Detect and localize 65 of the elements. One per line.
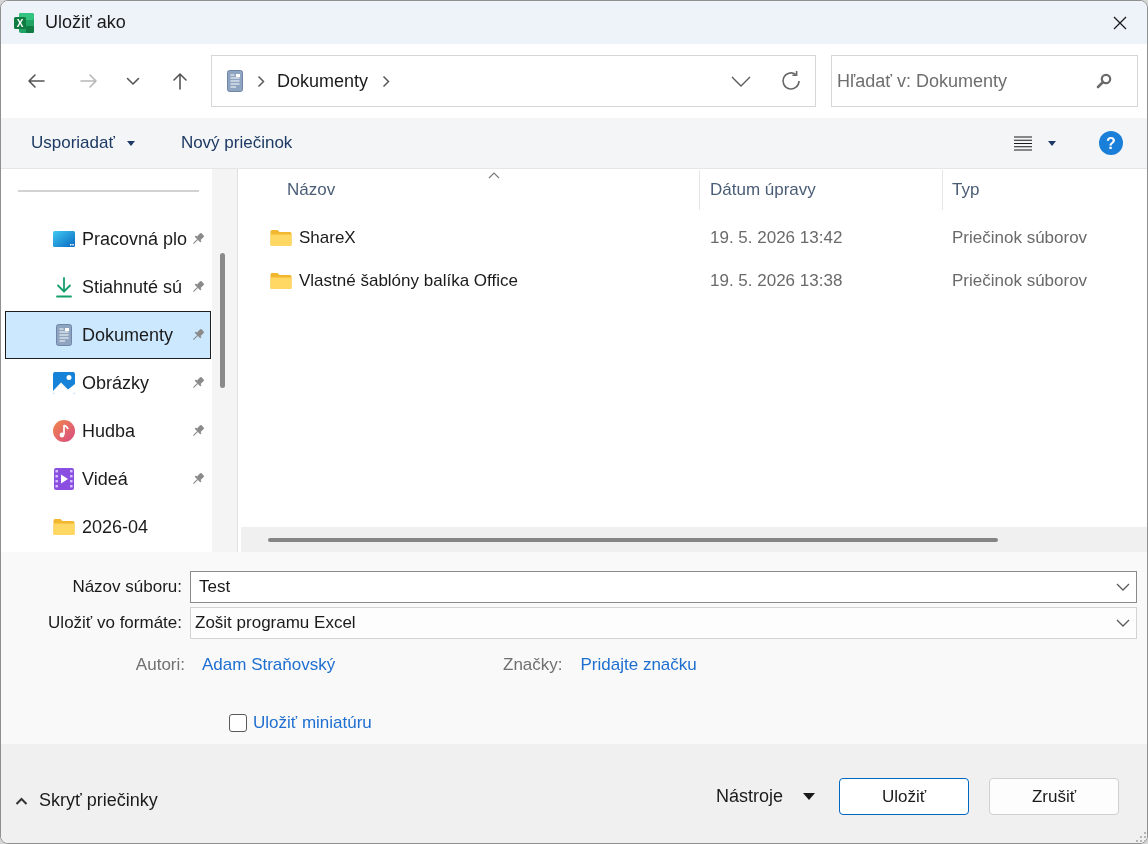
video-icon [54,468,74,490]
hide-folders-button[interactable]: Skryť priečinky [15,787,158,814]
tools-menu-button[interactable]: Nástroje [715,778,815,815]
breadcrumb-item[interactable]: Dokumenty [277,67,369,95]
document-icon [227,70,243,92]
author-link[interactable]: Adam Straňovský [202,652,336,678]
file-type: Priečinok súborov [952,227,1088,247]
scrollbar-thumb[interactable] [220,253,225,388]
sidebar-item[interactable]: Hudba [5,407,211,455]
folder-icon [270,228,292,247]
resize-grip-icon[interactable] [1136,832,1146,842]
sidebar-item[interactable]: Videá [5,455,211,503]
chevron-right-icon[interactable] [382,74,391,88]
thumbnail-checkbox[interactable] [229,714,247,732]
desktop-icon [53,230,75,248]
cancel-button[interactable]: Zrušiť [989,778,1119,815]
image-icon [53,372,75,394]
file-row[interactable]: ShareX 19. 5. 2026 13:42 Priečinok súborov [241,216,1147,259]
modified-date: 19. 5. 2026 13:42 [710,227,843,247]
sidebar-item[interactable]: Pracovná plo [5,215,211,263]
folder-icon [53,518,75,536]
caret-down-icon [803,793,815,800]
help-icon[interactable]: ? [1099,131,1123,155]
chevron-up-icon [15,796,28,805]
download-icon [53,276,75,298]
column-header[interactable]: Názov [241,170,700,210]
file-name: Vlastné šablóny balíka Office [299,269,518,292]
close-icon [1112,14,1128,31]
new-folder-button[interactable]: Nový priečinok [172,125,301,161]
save-button[interactable]: Uložiť [839,778,969,815]
caret-down-icon [126,140,135,146]
modified-date: 19. 5. 2026 13:38 [710,270,843,290]
file-name-field[interactable]: Test [190,571,1137,603]
organize-menu-button[interactable]: Usporiadať [23,125,143,161]
address-bar[interactable]: Dokumenty [211,55,816,107]
add-tag-link[interactable]: Pridajte značku [580,652,697,678]
sidebar-item[interactable]: Dokumenty [5,311,211,359]
column-header[interactable]: Typ [943,170,1147,210]
chevron-down-icon [1116,619,1130,627]
file-name: ShareX [299,226,356,249]
folder-icon [270,271,292,290]
scrollbar-thumb[interactable] [268,538,998,542]
caret-down-icon [1048,140,1056,146]
file-type: Priečinok súborov [952,270,1088,290]
save-thumbnail-label[interactable]: Uložiť miniatúru [253,710,372,736]
column-header[interactable]: Dátum úpravy [700,170,943,210]
file-type-dropdown[interactable]: Zošit programu Excel [190,607,1137,639]
list-view-icon [1014,135,1032,151]
file-type-label: Uložiť vo formáte: [47,612,182,635]
search-icon [1096,73,1112,89]
sidebar-item[interactable]: Stiahnuté sú [5,263,211,311]
search-field[interactable]: Hľadať v: Dokumenty [831,55,1138,107]
chevron-down-icon [1116,583,1130,591]
document-icon [56,324,72,346]
tags-label: Značky: [503,654,563,677]
file-row[interactable]: Vlastné šablóny balíka Office 19. 5. 2026 13:38 Priečinok súborov [241,259,1147,302]
chevron-down-icon[interactable] [731,75,751,87]
window-title: Uložiť ako [45,11,126,34]
sidebar-item[interactable]: Obrázky [5,359,211,407]
file-name-label: Názov súboru: [71,576,182,599]
authors-label: Autori: [134,654,185,677]
music-note-icon [53,420,75,442]
refresh-icon[interactable] [780,70,802,92]
sidebar-item[interactable]: 2026-04 [5,503,211,551]
chevron-right-icon [257,74,265,88]
